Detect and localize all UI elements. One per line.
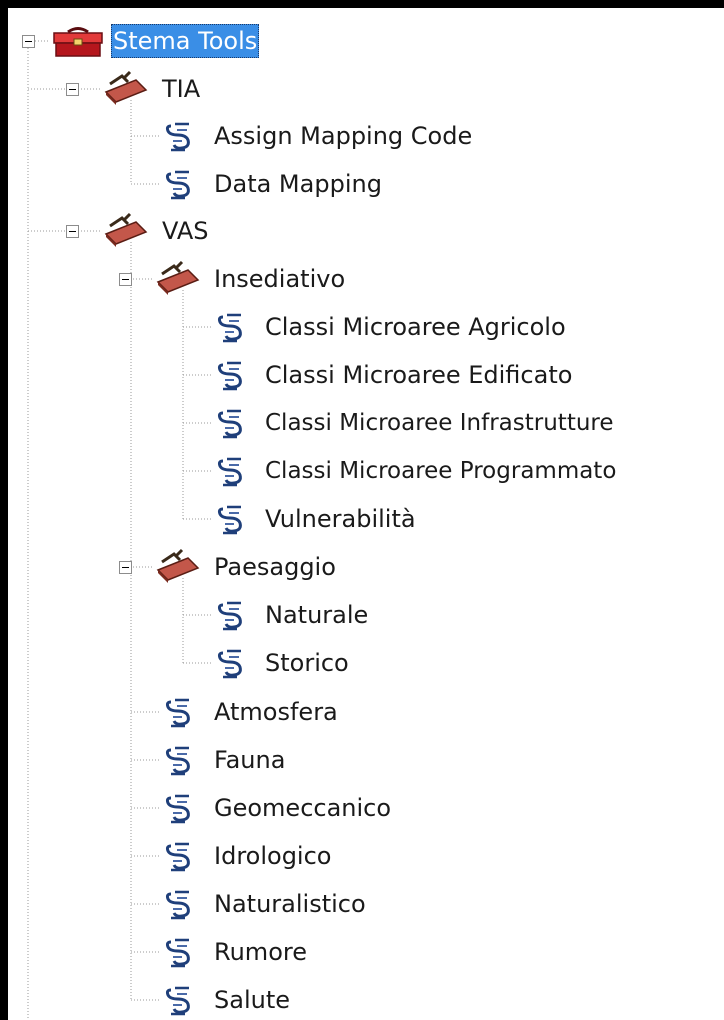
script-tool-icon [217, 601, 242, 631]
collapse-tia-button[interactable] [66, 83, 79, 96]
red-toolbox-icon [53, 27, 103, 57]
tree-item-rumore[interactable]: Rumore [214, 935, 307, 969]
tree-item-insediativo[interactable]: Insediativo [214, 262, 345, 296]
collapse-root-button[interactable] [22, 35, 35, 48]
tree-item-stema-tools[interactable]: Stema Tools [111, 24, 260, 58]
script-tool-icon [217, 409, 242, 439]
tree-item-paesaggio[interactable]: Paesaggio [214, 550, 336, 584]
tree-item-classi-microaree-infrastrutture[interactable]: Classi Microaree Infrastrutture [265, 406, 614, 440]
script-tool-icon [165, 938, 190, 968]
tree-item-classi-microaree-programmato[interactable]: Classi Microaree Programmato [265, 454, 616, 488]
script-tool-icon [165, 794, 190, 824]
script-tool-icon [217, 361, 242, 391]
script-tool-icon [165, 698, 190, 728]
tree-item-assign-mapping-code[interactable]: Assign Mapping Code [214, 119, 472, 153]
tree-item-vas[interactable]: VAS [162, 214, 209, 248]
script-tool-icon [217, 313, 242, 343]
toolset-icon [104, 70, 148, 105]
script-tool-icon [165, 170, 190, 200]
collapse-insediativo-button[interactable] [119, 273, 132, 286]
script-tool-icon [165, 746, 190, 776]
tree-item-naturale[interactable]: Naturale [265, 598, 368, 632]
tree-item-data-mapping[interactable]: Data Mapping [214, 167, 382, 201]
tree-item-vulnerabilita[interactable]: Vulnerabilità [265, 502, 416, 536]
tree-item-classi-microaree-agricolo[interactable]: Classi Microaree Agricolo [265, 310, 566, 344]
collapse-paesaggio-button[interactable] [119, 561, 132, 574]
script-tool-icon [165, 122, 190, 152]
tree-item-salute[interactable]: Salute [214, 983, 290, 1017]
tree-item-geomeccanico[interactable]: Geomeccanico [214, 791, 391, 825]
script-tool-icon [217, 649, 242, 679]
script-tool-icon [165, 890, 190, 920]
tree-item-atmosfera[interactable]: Atmosfera [214, 695, 338, 729]
tree-item-fauna[interactable]: Fauna [214, 743, 285, 777]
toolset-icon [104, 212, 148, 247]
tree-item-idrologico[interactable]: Idrologico [214, 839, 331, 873]
collapse-vas-button[interactable] [66, 225, 79, 238]
tree-item-tia[interactable]: TIA [162, 72, 200, 106]
toolset-icon [156, 260, 200, 295]
tree-item-classi-microaree-edificato[interactable]: Classi Microaree Edificato [265, 358, 572, 392]
script-tool-icon [217, 505, 242, 535]
toolset-icon [156, 548, 200, 583]
script-tool-icon [165, 842, 190, 872]
tree-item-storico[interactable]: Storico [265, 646, 349, 680]
script-tool-icon [217, 457, 242, 487]
script-tool-icon [165, 986, 190, 1016]
tree-item-naturalistico[interactable]: Naturalistico [214, 887, 366, 921]
